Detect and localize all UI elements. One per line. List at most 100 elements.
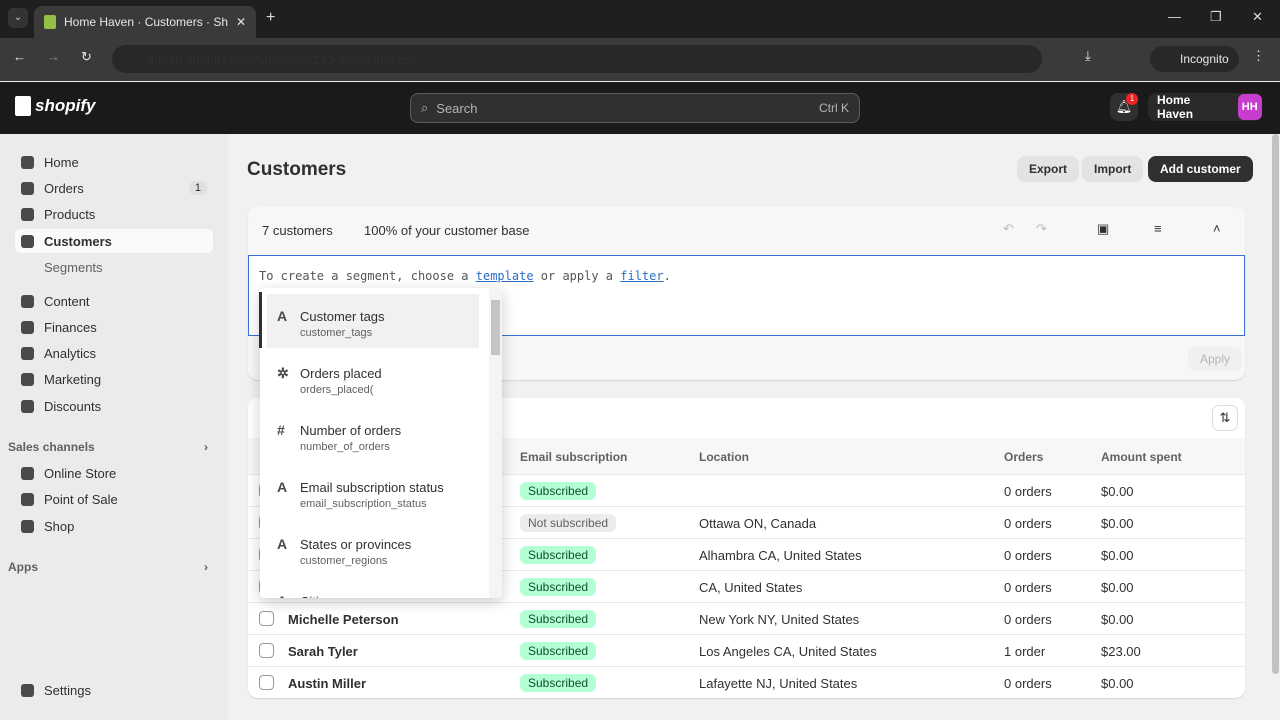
column-header[interactable]: Email subscription	[520, 450, 627, 464]
sidebar-item-segments[interactable]: Segments	[15, 255, 213, 279]
filter-icon[interactable]: ≡	[1154, 221, 1162, 236]
section-label: Apps	[8, 560, 38, 574]
dropdown-option[interactable]: A States or provinces customer_regions	[267, 522, 479, 576]
back-icon[interactable]: ←	[13, 49, 26, 64]
search-input[interactable]: ⌕ Search Ctrl K	[410, 93, 860, 123]
customer-count: 7 customers	[262, 223, 333, 238]
status-badge: Subscribed	[520, 546, 597, 564]
sidebar-item-label: Customers	[44, 233, 112, 249]
add-customer-button[interactable]: Add customer	[1148, 156, 1253, 182]
sort-icon: ⇅	[1219, 410, 1231, 425]
notifications-button[interactable]: 🔔︎ 1	[1110, 93, 1138, 121]
customer-name[interactable]: Sarah Tyler	[288, 644, 358, 659]
sidebar-item-online-store[interactable]: Online Store	[15, 461, 213, 485]
sidebar-item-label: Segments	[44, 259, 103, 275]
template-link[interactable]: template	[476, 269, 534, 283]
sidebar-item-home[interactable]: Home	[15, 150, 213, 174]
sidebar-item-analytics[interactable]: Analytics	[15, 341, 213, 365]
restore-icon[interactable]: ❐	[1210, 9, 1222, 25]
url-field[interactable]: admin.shopify.com/store/de8143-a6/custom…	[112, 45, 1042, 73]
scrollbar-thumb[interactable]	[491, 300, 500, 355]
tab-title: Home Haven · Customers · Sho	[64, 15, 228, 29]
orders-icon	[21, 181, 34, 195]
editor-text: or apply a	[533, 269, 621, 283]
templates-icon[interactable]: ▣	[1097, 221, 1109, 237]
orders-badge: 1	[188, 181, 207, 195]
column-header[interactable]: Location	[699, 450, 749, 464]
amount-spent: $0.00	[1101, 676, 1134, 691]
gear-icon	[21, 683, 34, 697]
sidebar-item-shop[interactable]: Shop	[15, 514, 213, 538]
pos-icon	[21, 492, 34, 506]
incognito-badge[interactable]: Incognito	[1150, 46, 1239, 72]
dropdown-option[interactable]: A Customer tags customer_tags	[267, 294, 479, 348]
apps-header[interactable]: Apps ›	[8, 560, 208, 574]
sidebar-item-marketing[interactable]: Marketing	[15, 367, 213, 391]
sidebar-item-content[interactable]: Content	[15, 289, 213, 313]
column-header[interactable]: Orders	[1004, 450, 1043, 464]
sidebar-item-label: Discounts	[44, 398, 102, 414]
sales-channels-header[interactable]: Sales channels ›	[8, 440, 208, 454]
sidebar-item-orders[interactable]: Orders 1	[15, 176, 213, 200]
sidebar-item-discounts[interactable]: Discounts	[15, 394, 213, 418]
editor-text: To create a segment, choose a	[259, 269, 476, 283]
status-badge: Subscribed	[520, 642, 597, 660]
collapse-chevron-up-icon[interactable]: ˄	[1213, 221, 1221, 236]
shopify-favicon-icon	[44, 15, 56, 29]
table-row[interactable]: Austin Miller Subscribed Lafayette NJ, U…	[248, 666, 1245, 698]
store-menu-button[interactable]: Home Haven HH	[1148, 93, 1262, 121]
field-type-icon: A	[277, 479, 288, 495]
row-checkbox[interactable]	[259, 611, 274, 626]
status-badge: Subscribed	[520, 674, 597, 692]
sort-button[interactable]: ⇅	[1212, 405, 1238, 431]
dropdown-option[interactable]: ✲ Orders placed orders_placed(	[267, 351, 479, 405]
option-label: Email subscription status	[300, 480, 444, 495]
page-scrollbar[interactable]	[1271, 134, 1280, 720]
shopify-logo[interactable]: shopify	[15, 96, 95, 116]
redo-icon[interactable]: ↷	[1036, 221, 1047, 237]
row-checkbox[interactable]	[259, 675, 274, 690]
browser-menu-icon[interactable]: ⋮	[1252, 48, 1265, 64]
import-button[interactable]: Import	[1082, 156, 1144, 182]
forward-icon[interactable]: →	[47, 49, 60, 64]
export-button[interactable]: Export	[1017, 156, 1080, 182]
browser-tab-bar: ⌄ Home Haven · Customers · Sho ✕ + — ❐ ✕	[0, 0, 1280, 38]
close-window-icon[interactable]: ✕	[1252, 9, 1263, 25]
content-icon	[21, 294, 34, 308]
dropdown-option[interactable]: A Cities	[267, 579, 479, 598]
apply-button[interactable]: Apply	[1188, 347, 1243, 371]
sidebar-item-settings[interactable]: Settings	[15, 678, 213, 702]
text-cursor	[259, 292, 262, 348]
new-tab-icon[interactable]: +	[266, 9, 275, 27]
reload-icon[interactable]: ↻	[81, 49, 92, 65]
sidebar-item-customers[interactable]: Customers	[15, 229, 213, 253]
customer-orders: 0 orders	[1004, 516, 1052, 531]
table-row[interactable]: Michelle Peterson Subscribed New York NY…	[248, 602, 1245, 634]
sidebar-item-finances[interactable]: Finances	[15, 315, 213, 339]
minimize-icon[interactable]: —	[1168, 9, 1181, 24]
sidebar-item-point-of-sale[interactable]: Point of Sale	[15, 487, 213, 511]
tab-search-button[interactable]: ⌄	[8, 8, 28, 28]
section-label: Sales channels	[8, 440, 95, 454]
browser-tab[interactable]: Home Haven · Customers · Sho ✕	[34, 6, 256, 38]
column-header[interactable]: Amount spent	[1101, 450, 1182, 464]
customer-name[interactable]: Michelle Peterson	[288, 612, 399, 627]
page-scrollbar-thumb[interactable]	[1272, 134, 1279, 674]
sidebar-item-label: Point of Sale	[44, 491, 118, 507]
undo-icon[interactable]: ↶	[1003, 221, 1014, 237]
table-row[interactable]: Sarah Tyler Subscribed Los Angeles CA, U…	[248, 634, 1245, 666]
amount-spent: $0.00	[1101, 580, 1134, 595]
sidebar-item-label: Content	[44, 293, 90, 309]
dropdown-option[interactable]: # Number of orders number_of_orders	[267, 408, 479, 462]
download-icon[interactable]: ⤓	[1085, 48, 1091, 64]
scrollbar[interactable]	[489, 288, 502, 598]
customer-name[interactable]: Austin Miller	[288, 676, 366, 691]
row-checkbox[interactable]	[259, 643, 274, 658]
person-icon	[21, 234, 34, 248]
close-tab-icon[interactable]: ✕	[236, 15, 246, 29]
chevron-right-icon: ›	[204, 560, 208, 574]
dropdown-option[interactable]: A Email subscription status email_subscrip…	[267, 465, 479, 519]
sidebar-item-label: Analytics	[44, 345, 97, 361]
filter-link[interactable]: filter	[620, 269, 663, 283]
sidebar-item-products[interactable]: Products	[15, 202, 213, 226]
